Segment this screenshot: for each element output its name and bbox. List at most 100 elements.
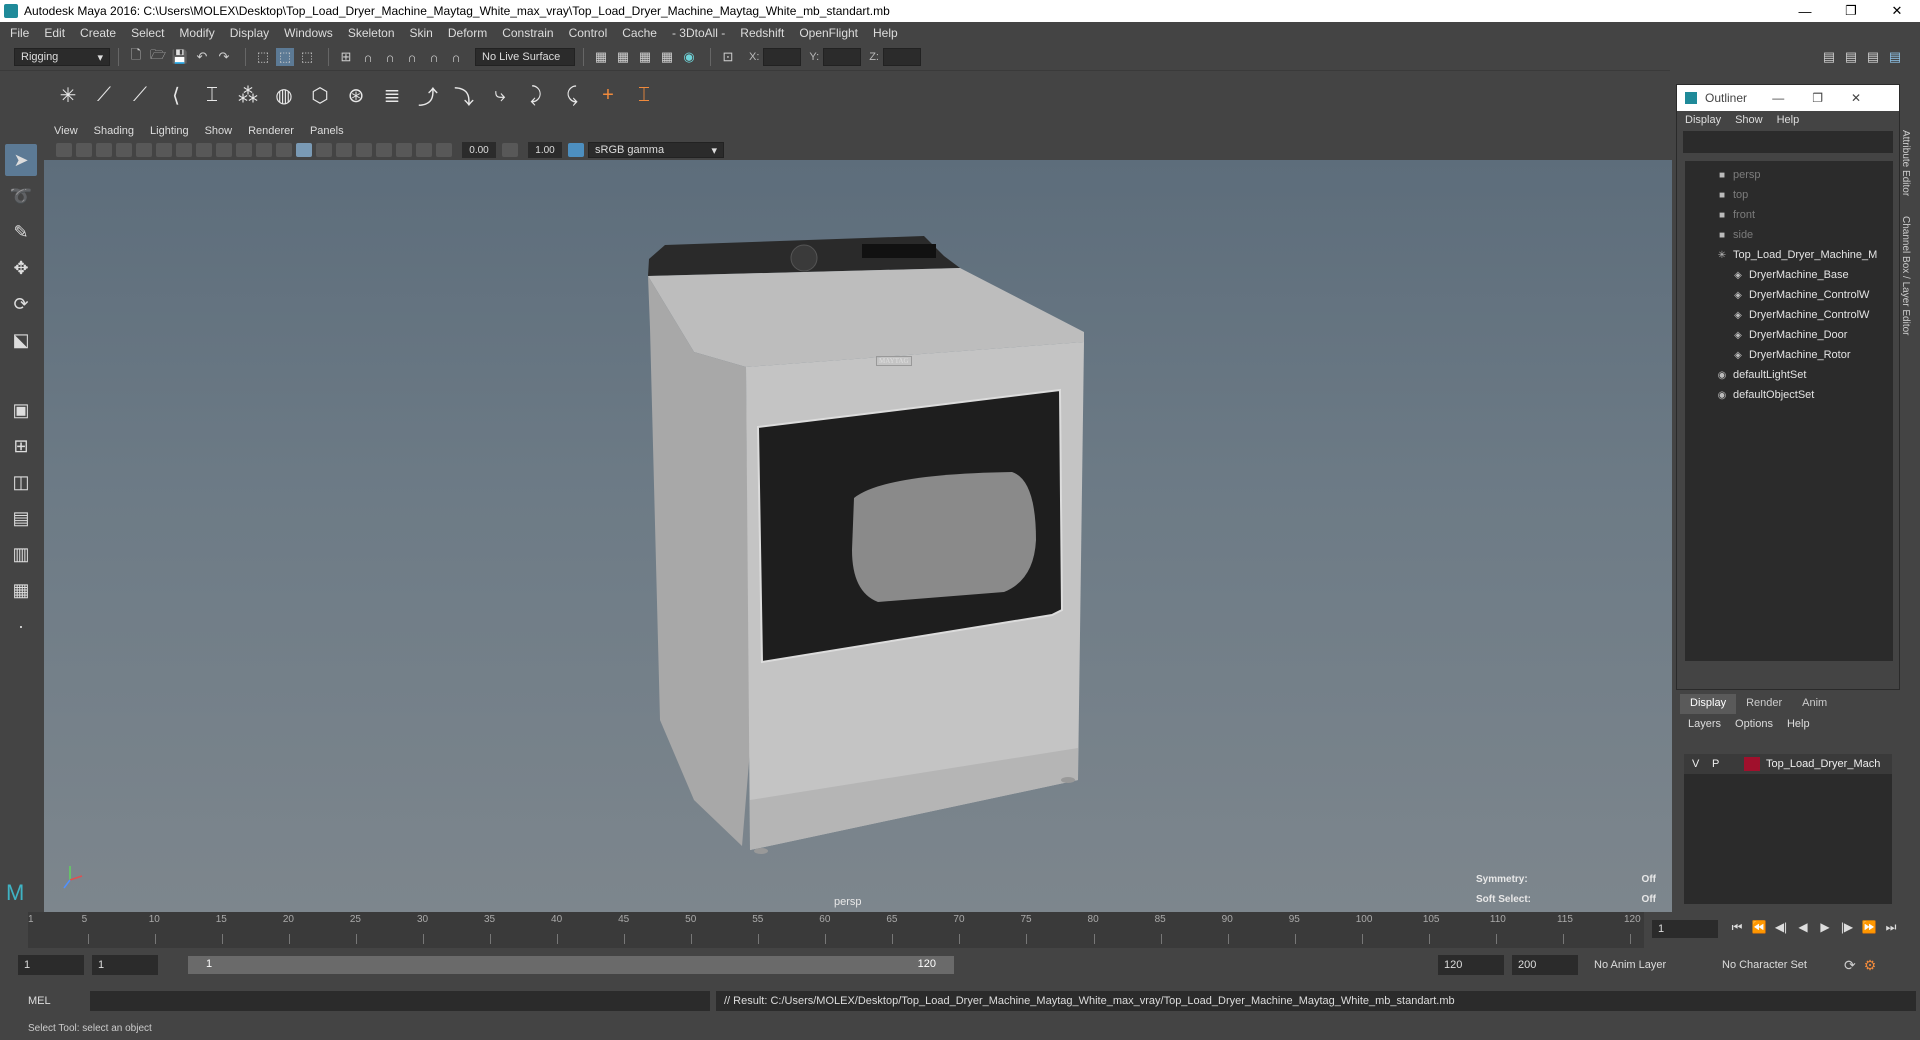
point-constraint-icon[interactable]: ⤴ <box>414 81 442 111</box>
render-view-icon[interactable]: ▦ <box>658 48 676 66</box>
playback-end-field[interactable]: 120 <box>1438 955 1504 975</box>
tab-anim[interactable]: Anim <box>1792 694 1837 714</box>
save-scene-icon[interactable]: 💾 <box>171 48 189 66</box>
cluster-icon[interactable]: ⁂ <box>234 81 262 111</box>
channel-box-tab[interactable]: Channel Box / Layer Editor <box>1900 216 1911 336</box>
outliner-item[interactable]: ■ persp <box>1685 165 1893 185</box>
xray-icon[interactable] <box>396 143 412 157</box>
four-pane-layout-icon[interactable]: ⊞ <box>5 430 37 462</box>
outliner-item[interactable]: ◈ DryerMachine_ControlW <box>1685 285 1893 305</box>
pole-vector-icon[interactable]: + <box>594 81 622 111</box>
lattice-icon[interactable]: ◍ <box>270 81 298 111</box>
scale-constraint-icon[interactable]: ⤸ <box>522 81 550 111</box>
scale-tool-icon[interactable]: ⬕ <box>5 324 37 356</box>
go-to-start-icon[interactable]: ⏮ <box>1726 920 1748 935</box>
exposure-field[interactable]: 0.00 <box>462 142 496 158</box>
outliner-item[interactable]: ◉ defaultLightSet <box>1685 365 1893 385</box>
attribute-editor-icon[interactable]: ▤ <box>1842 48 1860 66</box>
ipr-render-icon[interactable]: ▦ <box>636 48 654 66</box>
go-to-end-icon[interactable]: ⏭ <box>1880 920 1902 935</box>
panel-menu-lighting[interactable]: Lighting <box>150 125 189 137</box>
undo-icon[interactable]: ↶ <box>193 48 211 66</box>
ik-spline-icon[interactable]: ⟋ <box>126 81 154 111</box>
attribute-editor-tab[interactable]: Attribute Editor <box>1900 130 1911 196</box>
outliner-menu-display[interactable]: Display <box>1685 114 1721 126</box>
tool-settings-icon[interactable]: ▤ <box>1864 48 1882 66</box>
close-button[interactable]: ✕ <box>1874 0 1920 22</box>
film-gate-icon[interactable] <box>156 143 172 157</box>
outliner-item[interactable]: ◉ defaultObjectSet <box>1685 385 1893 405</box>
step-forward-key-icon[interactable]: ⏩ <box>1858 920 1880 935</box>
layer-playback-toggle[interactable]: P <box>1712 758 1732 770</box>
lasso-tool-icon[interactable]: ➰ <box>5 180 37 212</box>
graph-layout-icon[interactable]: ▤ <box>5 502 37 534</box>
resolution-gate-icon[interactable] <box>176 143 192 157</box>
step-forward-frame-icon[interactable]: |▶ <box>1836 920 1858 935</box>
color-management-icon[interactable] <box>568 143 584 157</box>
minimize-button[interactable]: — <box>1782 0 1828 22</box>
layer-color-swatch[interactable] <box>1744 757 1760 771</box>
snap-grid-icon[interactable]: ⊞ <box>337 48 355 66</box>
panel-menu-renderer[interactable]: Renderer <box>248 125 294 137</box>
select-hierarchy-icon[interactable]: ⬚ <box>254 48 272 66</box>
outliner-item[interactable]: ■ side <box>1685 225 1893 245</box>
y-field[interactable] <box>823 48 862 66</box>
menu-skin[interactable]: Skin <box>410 26 433 40</box>
ik-spline-handle-icon[interactable]: ⟨ <box>162 81 190 111</box>
timeline-ticks[interactable]: 1 5 10 15 20 25 30 35 40 45 50 55 60 65 70 75 80 85 90 95 1… <box>28 912 1644 948</box>
menu-create[interactable]: Create <box>80 26 116 40</box>
outliner-layout-icon[interactable]: ▥ <box>5 538 37 570</box>
wireframe-on-shaded-icon[interactable] <box>316 143 332 157</box>
modeling-toolkit-icon[interactable]: ▤ <box>1820 48 1838 66</box>
live-surface-field[interactable]: No Live Surface <box>475 48 575 66</box>
safe-action-icon[interactable] <box>236 143 252 157</box>
step-back-key-icon[interactable]: ⏪ <box>1748 920 1770 935</box>
current-frame-field[interactable]: 1 <box>1652 920 1718 938</box>
panel-menu-show[interactable]: Show <box>205 125 233 137</box>
select-component-icon[interactable]: ⬚ <box>298 48 316 66</box>
menu-openflight[interactable]: OpenFlight <box>799 26 858 40</box>
time-slider[interactable]: 1 5 10 15 20 25 30 35 40 45 50 55 60 65 70 75 80 85 90 95 1… <box>0 912 1920 948</box>
outliner-item[interactable]: ◈ DryerMachine_Base <box>1685 265 1893 285</box>
menu-select[interactable]: Select <box>131 26 164 40</box>
gate-mask-icon[interactable] <box>196 143 212 157</box>
layer-row[interactable]: V P Top_Load_Dryer_Mach <box>1684 754 1892 774</box>
isolate-select-icon[interactable] <box>416 143 432 157</box>
two-pane-layout-icon[interactable]: ◫ <box>5 466 37 498</box>
snap-point-icon[interactable]: ∩ <box>381 48 399 66</box>
command-language-label[interactable]: MEL <box>28 995 62 1007</box>
blend-shape-icon[interactable]: ⊛ <box>342 81 370 111</box>
new-scene-icon[interactable]: 🗋 <box>127 47 145 66</box>
gamma-field[interactable]: 1.00 <box>528 142 562 158</box>
smooth-bind-icon[interactable]: ≣ <box>378 81 406 111</box>
safe-title-icon[interactable] <box>256 143 272 157</box>
layer-menu-help[interactable]: Help <box>1787 718 1810 730</box>
snap-curve-icon[interactable]: ∩ <box>359 48 377 66</box>
menu-modify[interactable]: Modify <box>179 26 214 40</box>
select-tool-icon[interactable]: ➤ <box>5 144 37 176</box>
layer-visibility-toggle[interactable]: V <box>1692 758 1712 770</box>
transform-mode-icon[interactable]: ⊡ <box>719 48 737 66</box>
outliner-menu-help[interactable]: Help <box>1777 114 1800 126</box>
ik-handle-icon[interactable]: ⟋ <box>90 81 118 111</box>
render-frame-icon[interactable]: ▦ <box>614 48 632 66</box>
human-ik-icon[interactable]: ⌶ <box>630 81 658 111</box>
rotate-tool-icon[interactable]: ⟳ <box>5 288 37 320</box>
auto-key-icon[interactable]: ⟳ <box>1844 957 1856 974</box>
play-backward-icon[interactable]: ◀ <box>1792 920 1814 935</box>
smooth-shade-icon[interactable] <box>296 143 312 157</box>
menu-control[interactable]: Control <box>569 26 608 40</box>
z-field[interactable] <box>882 48 921 66</box>
animation-start-field[interactable]: 1 <box>18 955 84 975</box>
shadows-icon[interactable] <box>376 143 392 157</box>
wireframe-icon[interactable] <box>276 143 292 157</box>
menu-set-dropdown[interactable]: Rigging ▾ <box>14 48 110 66</box>
image-plane-icon[interactable] <box>116 143 132 157</box>
menu-cache[interactable]: Cache <box>622 26 657 40</box>
menu-edit[interactable]: Edit <box>44 26 65 40</box>
orient-constraint-icon[interactable]: ⤷ <box>486 81 514 111</box>
grid-toggle-icon[interactable] <box>136 143 152 157</box>
camera-attributes-icon[interactable] <box>76 143 92 157</box>
outliner-item[interactable]: ■ top <box>1685 185 1893 205</box>
menu-display[interactable]: Display <box>230 26 269 40</box>
